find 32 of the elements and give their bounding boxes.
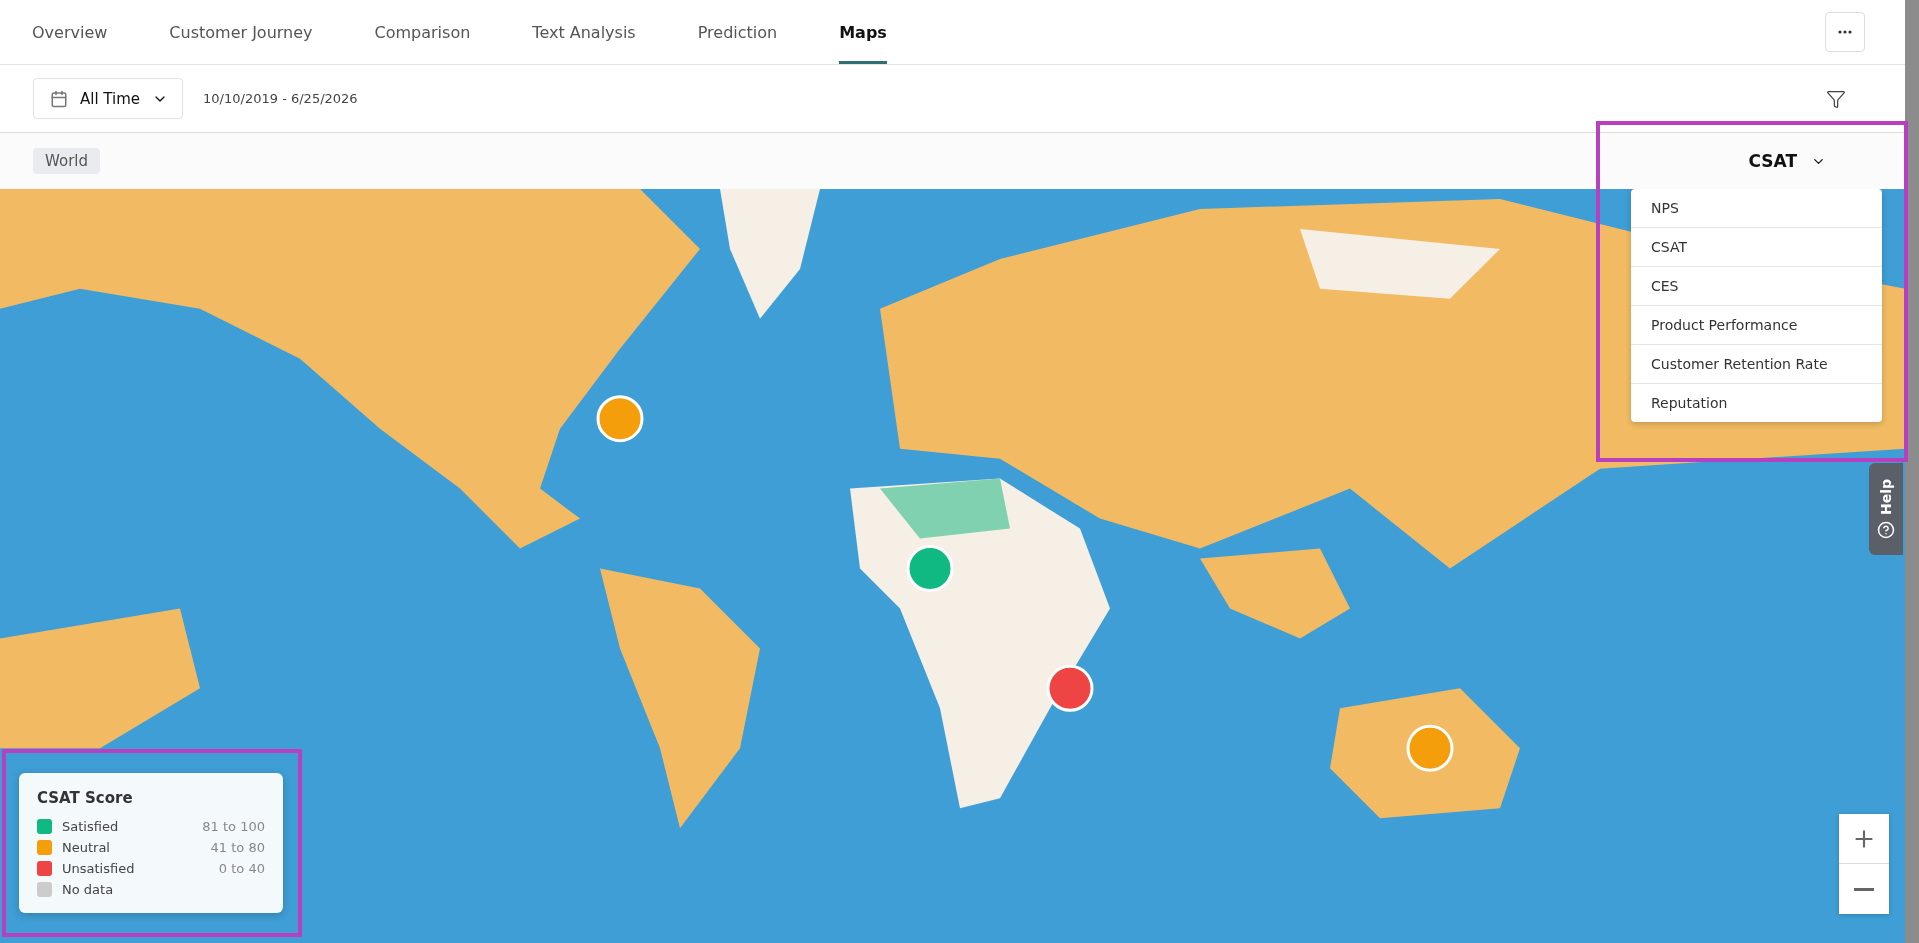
date-range-text: 10/10/2019 - 6/25/2026 bbox=[203, 91, 358, 106]
legend-label: No data bbox=[62, 882, 114, 897]
menu-item[interactable]: CES bbox=[1631, 267, 1882, 306]
menu-item[interactable]: Reputation bbox=[1631, 384, 1882, 422]
help-icon bbox=[1877, 521, 1895, 539]
legend-title: CSAT Score bbox=[37, 789, 134, 807]
legend-label: Satisfied bbox=[62, 819, 119, 834]
tab[interactable]: Text Analysis bbox=[532, 0, 636, 64]
calendar-icon bbox=[50, 89, 68, 108]
more-icon bbox=[1838, 30, 1852, 34]
menu-item[interactable]: Customer Retention Rate bbox=[1631, 345, 1882, 384]
zoom-in-button[interactable] bbox=[1839, 814, 1889, 864]
legend-range: 0 to 40 bbox=[218, 861, 265, 876]
tab[interactable]: Overview bbox=[32, 0, 108, 64]
legend-range: 41 to 80 bbox=[210, 840, 265, 855]
menu-item[interactable]: NPS bbox=[1631, 189, 1882, 228]
tab[interactable]: Customer Journey bbox=[169, 0, 313, 64]
legend-label: Neutral bbox=[62, 840, 110, 855]
menu-item[interactable]: CSAT bbox=[1631, 228, 1882, 267]
tab[interactable]: Comparison bbox=[374, 0, 471, 64]
breadcrumb[interactable]: World bbox=[33, 148, 100, 174]
help-tab[interactable]: Help bbox=[1869, 463, 1903, 555]
zoom-out-button[interactable] bbox=[1839, 864, 1889, 914]
date-range-dropdown[interactable]: All Time bbox=[33, 78, 184, 119]
legend-range: 81 to 100 bbox=[202, 819, 265, 834]
filter-icon bbox=[1826, 88, 1846, 109]
tab[interactable]: Prediction bbox=[697, 0, 778, 64]
tab[interactable]: Maps bbox=[839, 0, 887, 64]
legend-label: Unsatisfied bbox=[62, 861, 135, 876]
minus-icon bbox=[1854, 887, 1874, 891]
scrollbar[interactable] bbox=[1905, 0, 1919, 943]
menu-item[interactable]: Product Performance bbox=[1631, 306, 1882, 345]
